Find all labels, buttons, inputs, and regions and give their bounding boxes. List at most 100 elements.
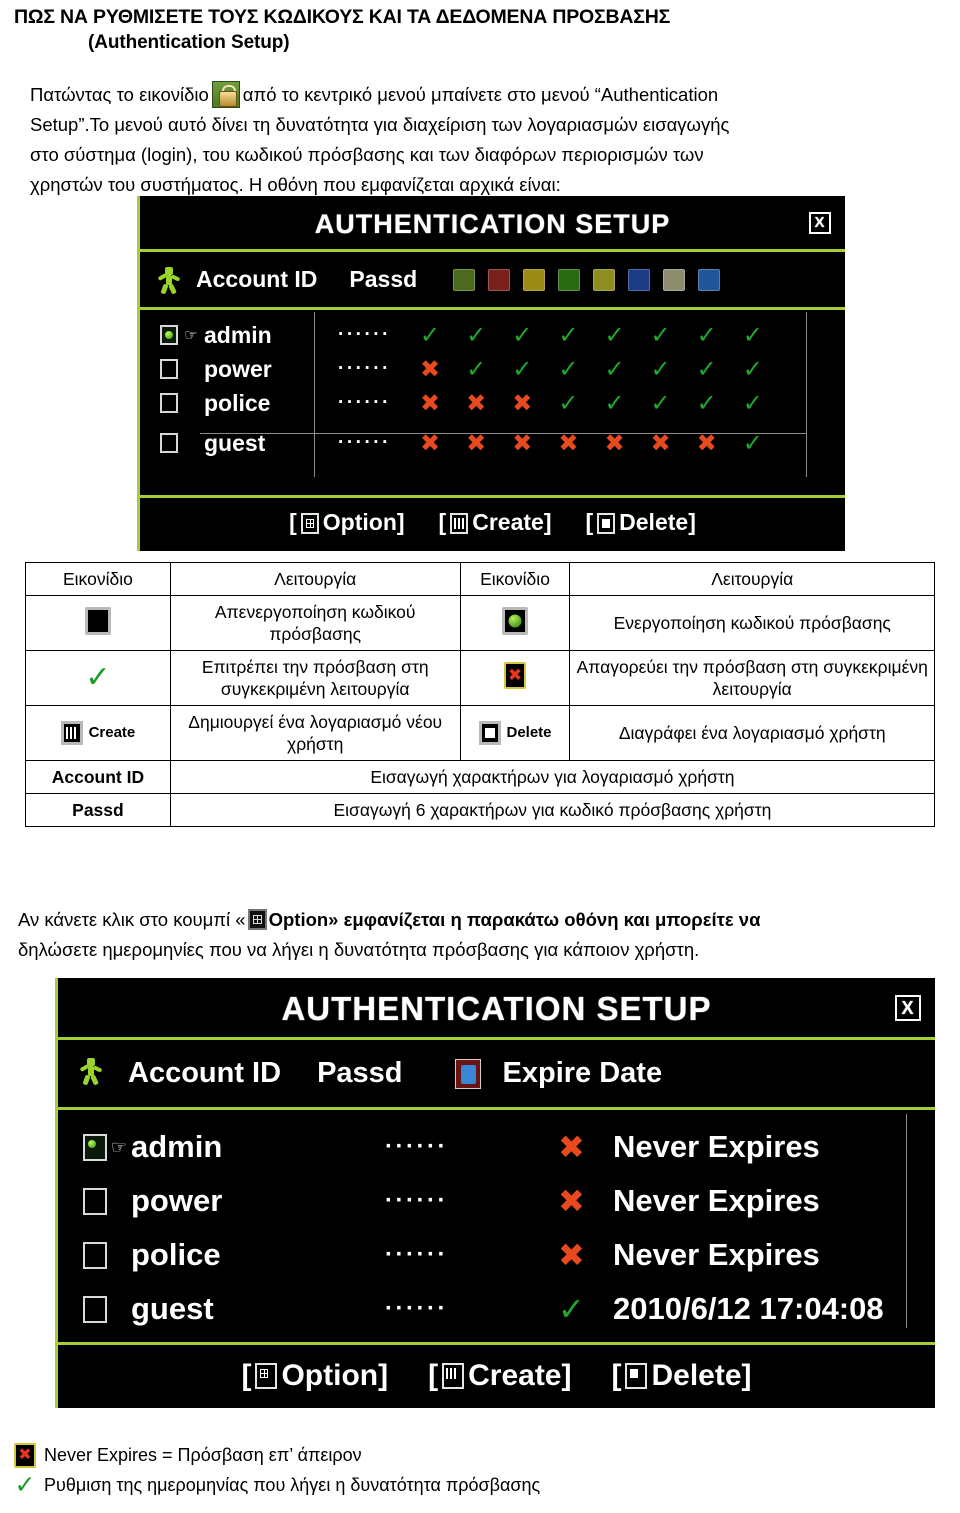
- password-enabled-icon[interactable]: [83, 1133, 107, 1161]
- search-icon: [593, 268, 616, 291]
- footnote-line: ✓ Ρυθμιση της ημερομηνίας που λήγει η δυ…: [14, 1470, 954, 1500]
- permission-ok: ✓: [742, 429, 763, 457]
- table-row[interactable]: guest ······ ✖ ✖ ✖ ✖ ✖ ✖ ✖ ✓: [140, 426, 845, 460]
- delete-solid-icon: [597, 513, 616, 534]
- permission-ok: ✓: [604, 355, 625, 383]
- table-row[interactable]: power ······ ✖ Never Expires: [58, 1174, 935, 1228]
- password-disabled-icon[interactable]: [83, 1295, 107, 1323]
- permission-no: ✖: [512, 389, 533, 417]
- footnote-line: Never Expires = Πρόσβαση επ’ άπειρον: [14, 1440, 954, 1470]
- permission-no: ✖: [466, 389, 487, 417]
- legend-row: Account ID Εισαγωγή χαρακτήρων για λογαρ…: [25, 760, 936, 794]
- legend-label-account-id: Account ID: [25, 760, 171, 794]
- password-disabled-icon[interactable]: [160, 359, 178, 379]
- legend-row: ✓ Επιτρέπει την πρόσβαση στη συγκεκριμέν…: [25, 650, 935, 706]
- create-icon-label: Create: [88, 724, 136, 741]
- permission-cells: ✓ ✓ ✓ ✓ ✓ ✓ ✓ ✓: [420, 321, 763, 350]
- footnotes: Never Expires = Πρόσβαση επ’ άπειρον ✓ Ρ…: [14, 1440, 954, 1500]
- expire-value: 2010/6/12 17:04:08: [613, 1291, 884, 1326]
- password-disabled-icon[interactable]: [83, 1187, 107, 1215]
- passd-dots: ······: [385, 1133, 448, 1160]
- legend-icon-cell: [459, 650, 571, 706]
- column-divider: [806, 312, 807, 477]
- permission-ok: ✓: [650, 389, 671, 417]
- footnote-text: Ρυθμιση της ημερομηνίας που λήγει η δυνα…: [44, 1474, 541, 1495]
- expire-value: Never Expires: [613, 1237, 820, 1272]
- passd-dots: ······: [338, 324, 391, 345]
- permission-ok: ✓: [696, 389, 717, 417]
- intro-line-2: Setup”.Το μενού αυτό δίνει τη δυνατότητα…: [30, 114, 730, 135]
- account-name: admin: [131, 1129, 223, 1164]
- password-disabled-icon[interactable]: [160, 393, 178, 413]
- permission-ok: ✓: [696, 355, 717, 383]
- legend-icon-cell: ✓: [25, 650, 171, 706]
- legend-desc-cell: Επιτρέπει την πρόσβαση στη συγκεκριμένη …: [169, 650, 461, 706]
- delete-button[interactable]: [Delete]: [585, 509, 695, 536]
- no-record-icon: [488, 268, 511, 291]
- book-icon: [523, 268, 546, 291]
- legend-icon-cell: [25, 595, 171, 651]
- expire-value: Never Expires: [613, 1183, 820, 1218]
- lock-icon: [211, 81, 240, 108]
- create-button[interactable]: [Create]: [428, 1359, 571, 1393]
- dialog1-titlebar: AUTHENTICATION SETUP X: [140, 196, 845, 252]
- delete-button[interactable]: [Delete]: [611, 1359, 751, 1393]
- permission-ok: ✓: [696, 321, 717, 349]
- legend-desc-cell: Απαγορεύει την πρόσβαση στη συγκεκριμένη…: [569, 650, 935, 706]
- dialog2-title: AUTHENTICATION SETUP: [281, 990, 712, 1027]
- footnote-text: Never Expires = Πρόσβαση επ’ άπειρον: [44, 1444, 362, 1465]
- playback-icon: [558, 268, 581, 291]
- backup-icon: [628, 268, 651, 291]
- table-row[interactable]: power ······ ✖ ✓ ✓ ✓ ✓ ✓ ✓ ✓: [140, 352, 845, 386]
- legend-desc-cell: Ενεργοποίηση κωδικού πρόσβασης: [569, 595, 935, 651]
- permission-no: ✖: [420, 429, 441, 457]
- permission-no: ✖: [558, 1129, 585, 1165]
- remote-icon: [698, 268, 721, 291]
- account-name: police: [204, 389, 271, 416]
- permission-ok: ✓: [558, 1291, 585, 1327]
- account-name: guest: [131, 1291, 214, 1326]
- table-row[interactable]: ☞ admin ······ ✖ Never Expires: [58, 1120, 935, 1174]
- dialog2-column-header: Account ID Passd Expire Date: [58, 1040, 935, 1110]
- permission-ok: ✓: [466, 355, 487, 383]
- password-disabled-icon[interactable]: [83, 1241, 107, 1269]
- permission-ok: ✓: [558, 321, 579, 349]
- permission-no: ✖: [696, 429, 717, 457]
- password-enabled-icon[interactable]: [160, 325, 178, 345]
- permission-ok: ✓: [604, 389, 625, 417]
- permission-ok: ✓: [742, 355, 763, 383]
- legend-row: Create Δημιουργεί ένα λογαριασμό νέου χρ…: [25, 705, 935, 761]
- mid-line-1-a: Αν κάνετε κλικ στο κουμπί «: [18, 909, 246, 930]
- permission-no: ✖: [466, 429, 487, 457]
- create-button[interactable]: [Create]: [439, 509, 552, 536]
- green-check-icon: ✓: [85, 661, 111, 694]
- option-button[interactable]: [Option]: [241, 1359, 388, 1393]
- dialog2-footer-buttons: [Option] [Create] [Delete]: [58, 1342, 935, 1406]
- account-name: power: [131, 1183, 223, 1218]
- close-icon[interactable]: X: [809, 211, 831, 234]
- permission-no: ✖: [420, 389, 441, 417]
- create-bars-icon: [450, 513, 469, 534]
- red-cross-icon: [504, 662, 527, 689]
- hand-pointer-icon: ☞: [110, 1136, 128, 1157]
- permission-cells: ✖ ✖ ✖ ✖ ✖ ✖ ✖ ✓: [420, 429, 763, 458]
- table-row[interactable]: police ······ ✖ Never Expires: [58, 1228, 935, 1282]
- passd-dots: ······: [385, 1241, 448, 1268]
- option-button[interactable]: [Option]: [289, 509, 404, 536]
- close-icon[interactable]: X: [895, 994, 921, 1021]
- permission-ok: ✓: [466, 321, 487, 349]
- column-header-account-id: Account ID: [196, 266, 318, 292]
- permission-cells: ✖ ✖ ✖ ✓ ✓ ✓ ✓ ✓: [420, 389, 763, 418]
- document-page: ΠΩΣ ΝΑ ΡΥΘΜΙΣΕΤΕ ΤΟΥΣ ΚΩΔΙΚΟΥΣ ΚΑΙ ΤΑ ΔΕ…: [0, 0, 960, 1513]
- permission-no: ✖: [558, 1183, 585, 1219]
- passd-dots: ······: [385, 1187, 448, 1214]
- legend-icon-cell: Delete: [459, 705, 571, 761]
- mid-line-1-b: Option» εμφανίζεται η παρακάτω οθόνη και…: [268, 909, 761, 930]
- passd-dots: ······: [338, 432, 391, 453]
- table-row[interactable]: police ······ ✖ ✖ ✖ ✓ ✓ ✓ ✓ ✓: [140, 386, 845, 420]
- table-row[interactable]: guest ······ ✓ 2010/6/12 17:04:08: [58, 1282, 935, 1336]
- permission-ok: ✓: [650, 321, 671, 349]
- password-disabled-icon[interactable]: [160, 433, 178, 453]
- legend-header-function-2: Λειτουργία: [569, 562, 935, 596]
- table-row[interactable]: ☞ admin ······ ✓ ✓ ✓ ✓ ✓ ✓ ✓ ✓: [140, 318, 845, 352]
